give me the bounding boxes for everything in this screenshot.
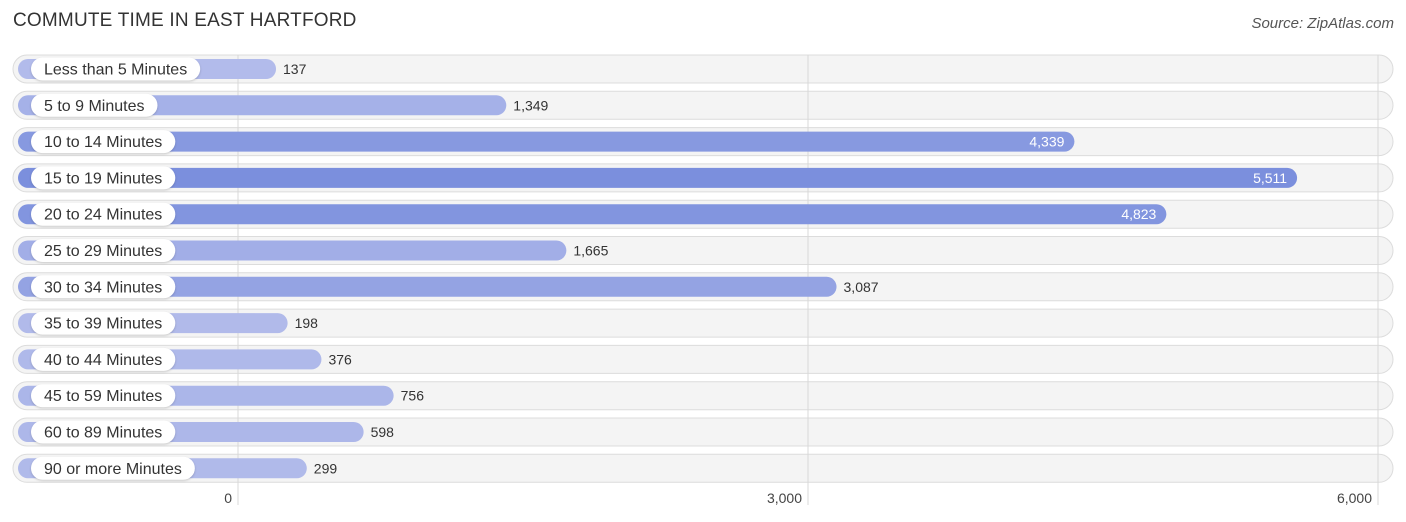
category-label: 45 to 59 Minutes [44, 388, 162, 405]
x-tick-label: 3,000 [767, 490, 802, 506]
value-label: 198 [295, 315, 319, 331]
x-tick-label: 0 [224, 490, 232, 506]
value-label: 4,339 [1029, 134, 1064, 150]
value-label: 756 [401, 388, 425, 404]
x-tick-label: 6,000 [1337, 490, 1372, 506]
category-label: 10 to 14 Minutes [44, 134, 162, 151]
chart-rows [12, 54, 1394, 483]
category-label: 30 to 34 Minutes [44, 279, 162, 296]
value-label: 3,087 [844, 279, 879, 295]
category-label: 20 to 24 Minutes [44, 207, 162, 224]
value-label: 137 [283, 61, 307, 77]
value-label: 376 [328, 351, 352, 367]
category-label: Less than 5 Minutes [44, 62, 187, 79]
value-label: 5,511 [1253, 170, 1287, 186]
category-label: 60 to 89 Minutes [44, 425, 162, 442]
category-label: 25 to 29 Minutes [44, 243, 162, 260]
value-label: 4,823 [1121, 206, 1156, 222]
value-label: 1,665 [573, 243, 608, 259]
bar-chart: Less than 5 Minutes 137 5 to 9 Minutes 1,34… [12, 54, 1394, 506]
bar [18, 204, 1167, 225]
category-label: 90 or more Minutes [44, 461, 182, 478]
x-axis-ticks: 0 3,000 6,000 [224, 490, 1372, 506]
chart-bars: Less than 5 Minutes 137 5 to 9 Minutes 1,34… [18, 57, 1298, 480]
bar [18, 167, 1298, 188]
category-label: 35 to 39 Minutes [44, 316, 162, 333]
bar [18, 131, 1075, 152]
category-label: 40 to 44 Minutes [44, 352, 162, 369]
value-label: 1,349 [513, 97, 548, 113]
value-label: 598 [371, 424, 395, 440]
value-label: 299 [314, 460, 338, 476]
category-label: 15 to 19 Minutes [44, 170, 162, 187]
category-label: 5 to 9 Minutes [44, 98, 145, 115]
